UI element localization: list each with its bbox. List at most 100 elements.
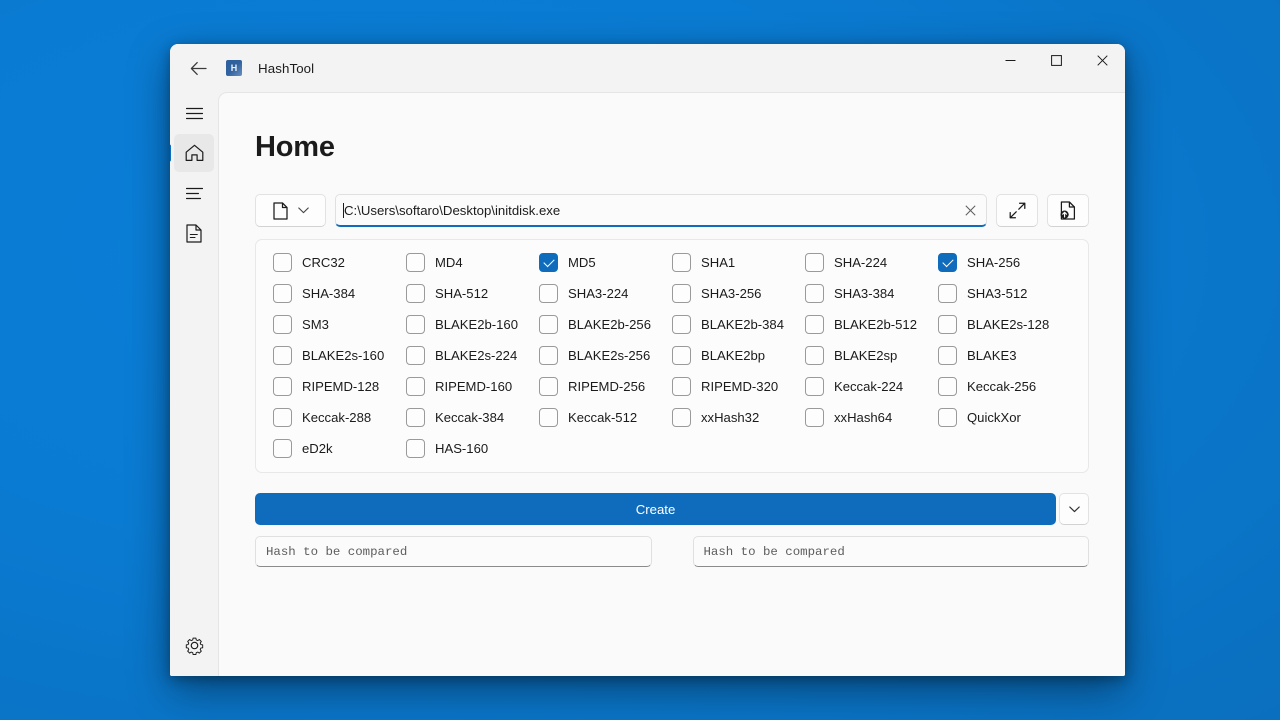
checkbox-unchecked-icon [938, 315, 957, 334]
algorithm-label: MD4 [435, 255, 463, 270]
algorithm-checkbox-ripemd-320[interactable]: RIPEMD-320 [672, 377, 805, 396]
sidebar-item-document[interactable] [174, 214, 214, 252]
app-window: H HashTool Home C:\Users\softaro\Desktop… [170, 44, 1125, 676]
checkbox-unchecked-icon [672, 253, 691, 272]
algorithm-checkbox-sha-224[interactable]: SHA-224 [805, 253, 938, 272]
algorithm-checkbox-md5[interactable]: MD5 [539, 253, 672, 272]
algorithm-checkbox-blake2s-160[interactable]: BLAKE2s-160 [273, 346, 406, 365]
algorithm-label: Keccak-288 [302, 410, 372, 425]
sidebar-item-list[interactable] [174, 174, 214, 212]
maximize-icon [1050, 55, 1062, 66]
algorithm-label: BLAKE2b-512 [834, 317, 917, 332]
file-path-input[interactable]: C:\Users\softaro\Desktop\initdisk.exe [335, 194, 987, 227]
algorithm-checkbox-blake2bp[interactable]: BLAKE2bp [672, 346, 805, 365]
compare-hash-left-input[interactable] [266, 544, 641, 559]
algorithm-checkbox-ed2k[interactable]: eD2k [273, 439, 406, 458]
algorithm-checkbox-sha3-256[interactable]: SHA3-256 [672, 284, 805, 303]
file-path-value: C:\Users\softaro\Desktop\initdisk.exe [344, 202, 561, 218]
algorithm-checkbox-keccak-256[interactable]: Keccak-256 [938, 377, 1071, 396]
checkbox-unchecked-icon [406, 315, 425, 334]
algorithm-checkbox-quickxor[interactable]: QuickXor [938, 408, 1071, 427]
algorithm-label: BLAKE2bp [701, 348, 766, 363]
checkbox-unchecked-icon [672, 284, 691, 303]
clear-path-button[interactable] [956, 197, 984, 224]
compare-hash-right-input[interactable] [703, 544, 1078, 559]
algorithm-checkbox-sha3-512[interactable]: SHA3-512 [938, 284, 1071, 303]
checkbox-unchecked-icon [273, 253, 292, 272]
algorithm-checkbox-sha1[interactable]: SHA1 [672, 253, 805, 272]
home-icon [185, 144, 204, 162]
algorithm-checkbox-ripemd-160[interactable]: RIPEMD-160 [406, 377, 539, 396]
algorithm-label: SM3 [302, 317, 329, 332]
algorithm-checkbox-blake2s-128[interactable]: BLAKE2s-128 [938, 315, 1071, 334]
algorithm-label: Keccak-224 [834, 379, 904, 394]
maximize-button[interactable] [1033, 44, 1079, 77]
algorithm-checkbox-sha-512[interactable]: SHA-512 [406, 284, 539, 303]
algorithm-checkbox-blake3[interactable]: BLAKE3 [938, 346, 1071, 365]
create-button[interactable]: Create [255, 493, 1056, 525]
checkbox-unchecked-icon [805, 253, 824, 272]
chevron-down-icon [1068, 505, 1080, 513]
checkbox-checked-icon [539, 253, 558, 272]
algorithm-checkbox-md4[interactable]: MD4 [406, 253, 539, 272]
checkbox-checked-icon [938, 253, 957, 272]
back-button[interactable] [179, 51, 217, 85]
algorithm-checkbox-ripemd-128[interactable]: RIPEMD-128 [273, 377, 406, 396]
hamburger-menu-icon [185, 107, 203, 120]
algorithm-label: xxHash32 [701, 410, 760, 425]
algorithm-checkbox-blake2s-224[interactable]: BLAKE2s-224 [406, 346, 539, 365]
algorithm-checkbox-xxhash64[interactable]: xxHash64 [805, 408, 938, 427]
algorithm-checkbox-blake2s-256[interactable]: BLAKE2s-256 [539, 346, 672, 365]
sidebar-item-settings[interactable] [174, 626, 214, 664]
algorithm-checkbox-sha-256[interactable]: SHA-256 [938, 253, 1071, 272]
algorithm-label: SHA3-224 [568, 286, 629, 301]
checkbox-unchecked-icon [539, 315, 558, 334]
create-options-dropdown-button[interactable] [1059, 493, 1089, 525]
sidebar-item-menu[interactable] [174, 94, 214, 132]
algorithm-checkbox-keccak-384[interactable]: Keccak-384 [406, 408, 539, 427]
algorithm-label: Keccak-384 [435, 410, 505, 425]
algorithm-checkbox-blake2b-256[interactable]: BLAKE2b-256 [539, 315, 672, 334]
expand-button[interactable] [996, 194, 1038, 227]
upload-file-button[interactable] [1047, 194, 1089, 227]
checkbox-unchecked-icon [539, 408, 558, 427]
document-icon [186, 223, 202, 243]
close-button[interactable] [1079, 44, 1125, 77]
algorithm-label: BLAKE2s-160 [302, 348, 385, 363]
gear-icon [185, 636, 204, 655]
chevron-down-icon [297, 207, 309, 214]
algorithm-label: eD2k [302, 441, 333, 456]
algorithm-checkbox-crc32[interactable]: CRC32 [273, 253, 406, 272]
algorithm-label: SHA1 [701, 255, 736, 270]
algorithm-checkbox-blake2b-512[interactable]: BLAKE2b-512 [805, 315, 938, 334]
algorithm-checkbox-sha-384[interactable]: SHA-384 [273, 284, 406, 303]
file-upload-icon [1059, 201, 1077, 220]
algorithm-checkbox-keccak-288[interactable]: Keccak-288 [273, 408, 406, 427]
algorithm-checkbox-keccak-512[interactable]: Keccak-512 [539, 408, 672, 427]
algorithm-checkbox-blake2b-160[interactable]: BLAKE2b-160 [406, 315, 539, 334]
checkbox-unchecked-icon [273, 439, 292, 458]
checkbox-unchecked-icon [672, 408, 691, 427]
file-path-row: C:\Users\softaro\Desktop\initdisk.exe [255, 194, 1089, 227]
algorithm-label: RIPEMD-160 [435, 379, 513, 394]
algorithm-checkbox-sm3[interactable]: SM3 [273, 315, 406, 334]
checkbox-unchecked-icon [805, 315, 824, 334]
checkbox-unchecked-icon [406, 346, 425, 365]
algorithm-label: SHA3-256 [701, 286, 762, 301]
minimize-button[interactable] [987, 44, 1033, 77]
checkbox-unchecked-icon [938, 284, 957, 303]
file-type-dropdown-button[interactable] [255, 194, 326, 227]
title-bar: H HashTool [170, 44, 1125, 92]
app-icon: H [226, 60, 242, 76]
sidebar-item-home[interactable] [174, 134, 214, 172]
list-icon [185, 187, 203, 200]
algorithm-checkbox-blake2sp[interactable]: BLAKE2sp [805, 346, 938, 365]
algorithm-label: Keccak-512 [568, 410, 638, 425]
algorithm-checkbox-sha3-224[interactable]: SHA3-224 [539, 284, 672, 303]
algorithm-checkbox-sha3-384[interactable]: SHA3-384 [805, 284, 938, 303]
algorithm-checkbox-xxhash32[interactable]: xxHash32 [672, 408, 805, 427]
algorithm-checkbox-keccak-224[interactable]: Keccak-224 [805, 377, 938, 396]
algorithm-checkbox-blake2b-384[interactable]: BLAKE2b-384 [672, 315, 805, 334]
algorithm-checkbox-ripemd-256[interactable]: RIPEMD-256 [539, 377, 672, 396]
algorithm-checkbox-has-160[interactable]: HAS-160 [406, 439, 539, 458]
